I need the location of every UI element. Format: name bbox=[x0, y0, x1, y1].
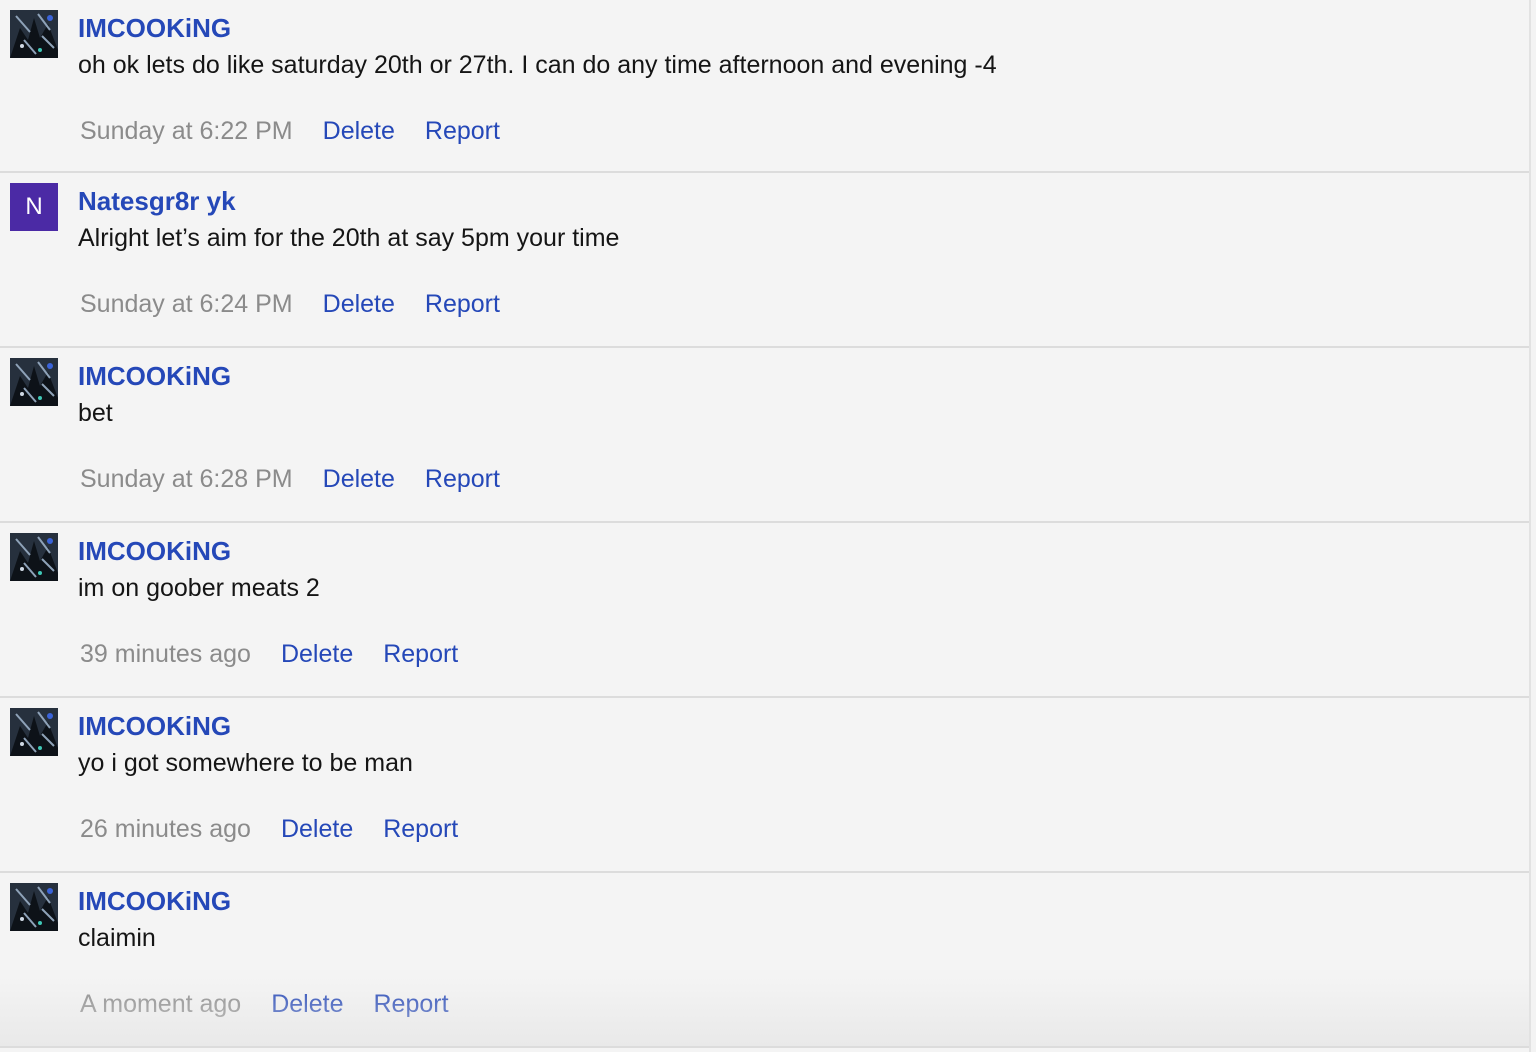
anime-character-avatar-icon bbox=[10, 533, 58, 581]
delete-link[interactable]: Delete bbox=[281, 815, 353, 843]
user-avatar[interactable] bbox=[10, 883, 58, 931]
user-avatar[interactable] bbox=[10, 708, 58, 756]
user-avatar[interactable]: N bbox=[10, 183, 58, 231]
message-item: IMCOOKiNG yo i got somewhere to be man 2… bbox=[0, 698, 1529, 873]
message-author[interactable]: Natesgr8r yk bbox=[78, 185, 236, 217]
report-link[interactable]: Report bbox=[373, 990, 448, 1018]
message-meta: Sunday at 6:28 PM Delete Report bbox=[80, 462, 530, 496]
message-text: im on goober meats 2 bbox=[78, 574, 320, 602]
message-author[interactable]: IMCOOKiNG bbox=[78, 535, 231, 567]
report-link[interactable]: Report bbox=[425, 465, 500, 493]
delete-link[interactable]: Delete bbox=[271, 990, 343, 1018]
delete-link[interactable]: Delete bbox=[323, 117, 395, 145]
message-meta: 26 minutes ago Delete Report bbox=[80, 812, 488, 846]
anime-character-avatar-icon bbox=[10, 708, 58, 756]
message-text: Alright let’s aim for the 20th at say 5p… bbox=[78, 224, 620, 252]
message-timestamp: 26 minutes ago bbox=[80, 815, 251, 843]
message-author[interactable]: IMCOOKiNG bbox=[78, 885, 231, 917]
message-meta: 39 minutes ago Delete Report bbox=[80, 637, 488, 671]
message-timestamp: A moment ago bbox=[80, 990, 242, 1018]
delete-link[interactable]: Delete bbox=[281, 640, 353, 668]
anime-character-avatar-icon bbox=[10, 10, 58, 58]
user-avatar[interactable] bbox=[10, 533, 58, 581]
message-meta: Sunday at 6:22 PM Delete Report bbox=[80, 114, 530, 148]
message-item: IMCOOKiNG im on goober meats 2 39 minute… bbox=[0, 523, 1529, 698]
message-author[interactable]: IMCOOKiNG bbox=[78, 360, 231, 392]
avatar-letter: N bbox=[25, 193, 43, 220]
message-timestamp: 39 minutes ago bbox=[80, 640, 251, 668]
user-avatar[interactable] bbox=[10, 10, 58, 58]
message-item: N Natesgr8r yk Alright let’s aim for the… bbox=[0, 173, 1529, 348]
message-text: bet bbox=[78, 399, 113, 427]
anime-character-avatar-icon bbox=[10, 883, 58, 931]
delete-link[interactable]: Delete bbox=[323, 290, 395, 318]
anime-character-avatar-icon bbox=[10, 358, 58, 406]
message-author[interactable]: IMCOOKiNG bbox=[78, 710, 231, 742]
user-avatar[interactable] bbox=[10, 358, 58, 406]
message-text: yo i got somewhere to be man bbox=[78, 749, 413, 777]
report-link[interactable]: Report bbox=[425, 290, 500, 318]
report-link[interactable]: Report bbox=[425, 117, 500, 145]
message-thread: IMCOOKiNG oh ok lets do like saturday 20… bbox=[0, 0, 1531, 1052]
delete-link[interactable]: Delete bbox=[323, 465, 395, 493]
message-timestamp: Sunday at 6:24 PM bbox=[80, 290, 293, 318]
message-author[interactable]: IMCOOKiNG bbox=[78, 12, 231, 44]
message-timestamp: Sunday at 6:22 PM bbox=[80, 117, 293, 145]
message-meta: Sunday at 6:24 PM Delete Report bbox=[80, 287, 530, 321]
message-meta: A moment ago Delete Report bbox=[80, 987, 479, 1021]
message-item: IMCOOKiNG claimin A moment ago Delete Repo… bbox=[0, 873, 1529, 1048]
message-text: oh ok lets do like saturday 20th or 27th… bbox=[78, 51, 997, 79]
message-item: IMCOOKiNG oh ok lets do like saturday 20… bbox=[0, 0, 1529, 173]
report-link[interactable]: Report bbox=[383, 640, 458, 668]
message-item: IMCOOKiNG bet Sunday at 6:28 PM Delete Rep… bbox=[0, 348, 1529, 523]
message-text: claimin bbox=[78, 924, 156, 952]
message-timestamp: Sunday at 6:28 PM bbox=[80, 465, 293, 493]
report-link[interactable]: Report bbox=[383, 815, 458, 843]
